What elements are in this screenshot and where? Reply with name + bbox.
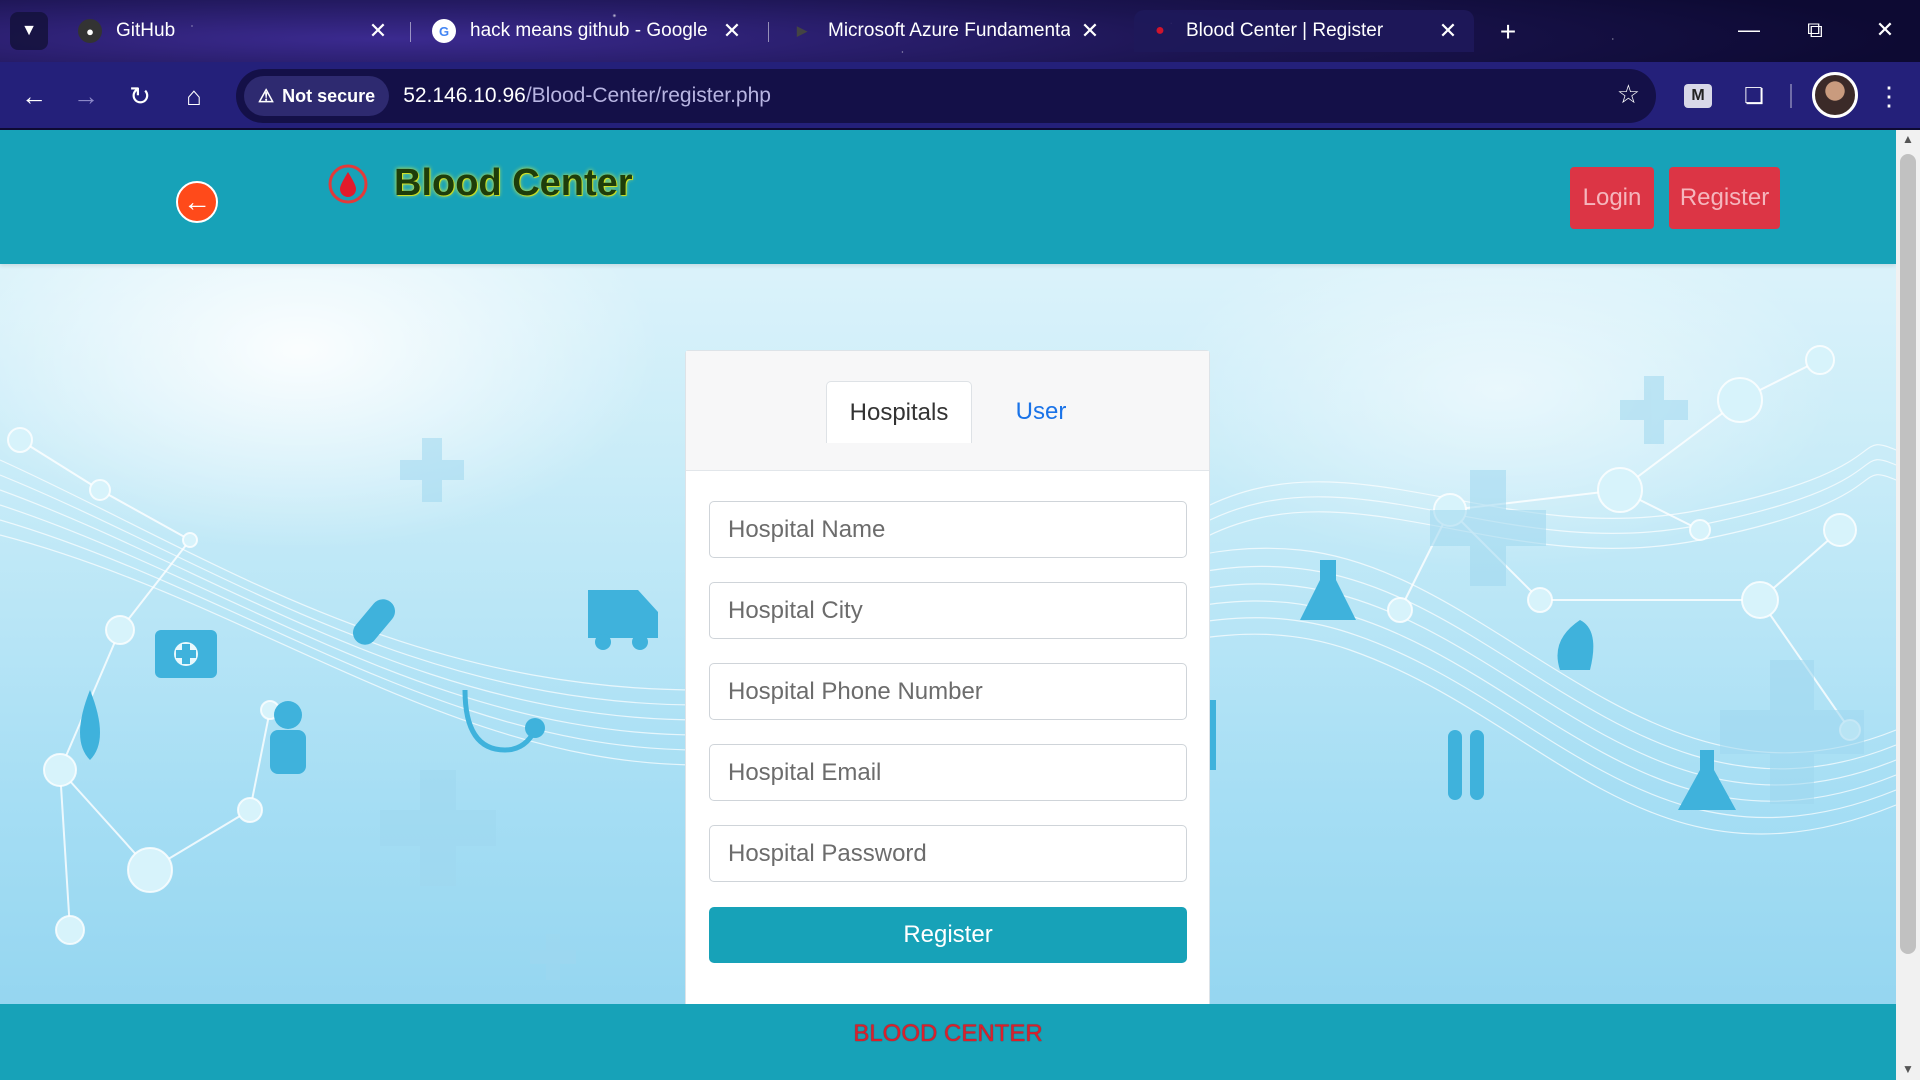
- back-arrow-icon[interactable]: ←: [14, 76, 54, 116]
- tab-github[interactable]: ● GitHub ✕: [64, 10, 404, 52]
- close-icon[interactable]: ✕: [1436, 18, 1460, 44]
- tab-title: GitHub: [116, 20, 176, 41]
- tab-hospitals[interactable]: Hospitals: [826, 381, 972, 443]
- tab-separator: [410, 22, 411, 42]
- security-label: Not secure: [282, 85, 376, 106]
- hospital-city-input[interactable]: [709, 582, 1187, 639]
- warning-icon: ⚠: [258, 85, 275, 106]
- tab-blood-center-register[interactable]: ● Blood Center | Register ✕: [1134, 10, 1474, 52]
- github-icon: ●: [78, 19, 102, 43]
- scrollbar-thumb[interactable]: [1900, 154, 1916, 954]
- toolbar-separator: [1790, 84, 1792, 108]
- hospital-name-input[interactable]: [709, 501, 1187, 558]
- restore-button[interactable]: ⧉: [1788, 10, 1842, 50]
- scroll-up-arrow-icon[interactable]: ▲: [1902, 132, 1914, 146]
- registration-card: Hospitals User Register: [685, 350, 1210, 1040]
- url-text[interactable]: 52.146.10.96/Blood-Center/register.php: [403, 84, 771, 108]
- tab-title: Microsoft Azure Fundamentals: [828, 20, 1070, 41]
- browser-toolbar: ← → ↻ ⌂ ⚠ Not secure 52.146.10.96/Blood-…: [0, 62, 1920, 128]
- blood-drop-icon: ●: [1155, 22, 1165, 39]
- home-icon[interactable]: ⌂: [174, 76, 214, 116]
- youtube-icon: ▶: [797, 23, 807, 38]
- site-footer: BLOOD CENTER: [0, 1004, 1896, 1080]
- footer-text: BLOOD CENTER: [853, 1020, 1043, 1047]
- card-header: Hospitals User: [686, 351, 1209, 471]
- page-scrollbar[interactable]: ▲ ▼: [1896, 130, 1920, 1080]
- site-brand[interactable]: Blood Center: [394, 162, 633, 205]
- blood-drop-logo-icon: [328, 164, 368, 204]
- site-navbar: ← Blood Center Login Register: [0, 130, 1896, 264]
- reload-icon[interactable]: ↻: [120, 76, 160, 116]
- profile-avatar[interactable]: [1812, 72, 1858, 118]
- login-button[interactable]: Login: [1570, 167, 1654, 229]
- extensions-puzzle-icon[interactable]: ❏: [1734, 76, 1774, 116]
- tab-search-button[interactable]: ▼: [10, 12, 48, 50]
- url-path: /Blood-Center/register.php: [525, 84, 771, 107]
- browser-menu-icon[interactable]: ⋮: [1874, 76, 1904, 116]
- close-icon[interactable]: ✕: [366, 18, 390, 44]
- register-nav-button[interactable]: Register: [1669, 167, 1780, 229]
- window-close-button[interactable]: ✕: [1858, 10, 1912, 50]
- google-icon: G: [432, 19, 456, 43]
- hospital-phone-input[interactable]: [709, 663, 1187, 720]
- back-arrow-icon[interactable]: ←: [176, 181, 218, 223]
- tab-separator: [768, 22, 769, 42]
- close-icon[interactable]: ✕: [1078, 18, 1102, 44]
- browser-chrome: ▼ ● GitHub ✕ G hack means github - Googl…: [0, 0, 1920, 130]
- extension-m-icon[interactable]: M: [1678, 76, 1718, 116]
- forward-arrow-icon[interactable]: →: [66, 76, 106, 116]
- tab-title: Blood Center | Register: [1186, 20, 1384, 41]
- tab-user[interactable]: User: [986, 381, 1096, 443]
- address-bar[interactable]: ⚠ Not secure 52.146.10.96/Blood-Center/r…: [236, 69, 1656, 123]
- register-submit-button[interactable]: Register: [709, 907, 1187, 963]
- tab-strip: ▼ ● GitHub ✕ G hack means github - Googl…: [0, 0, 1920, 62]
- security-indicator[interactable]: ⚠ Not secure: [244, 76, 390, 116]
- close-icon[interactable]: ✕: [720, 18, 744, 44]
- hospital-email-input[interactable]: [709, 744, 1187, 801]
- page-viewport: ← Blood Center Login Register Hospitals …: [0, 130, 1896, 1080]
- bookmark-star-icon[interactable]: ☆: [1617, 79, 1640, 110]
- hospital-password-input[interactable]: [709, 825, 1187, 882]
- new-tab-button[interactable]: +: [1490, 14, 1526, 50]
- tab-google-search[interactable]: G hack means github - Google Se ✕: [418, 10, 758, 52]
- tab-azure-fundamentals[interactable]: ▶ Microsoft Azure Fundamentals ✕: [776, 10, 1116, 52]
- tab-title: hack means github - Google Se: [470, 20, 712, 41]
- url-host: 52.146.10.96: [403, 84, 526, 107]
- minimize-button[interactable]: —: [1722, 10, 1776, 50]
- scroll-down-arrow-icon[interactable]: ▼: [1902, 1062, 1914, 1076]
